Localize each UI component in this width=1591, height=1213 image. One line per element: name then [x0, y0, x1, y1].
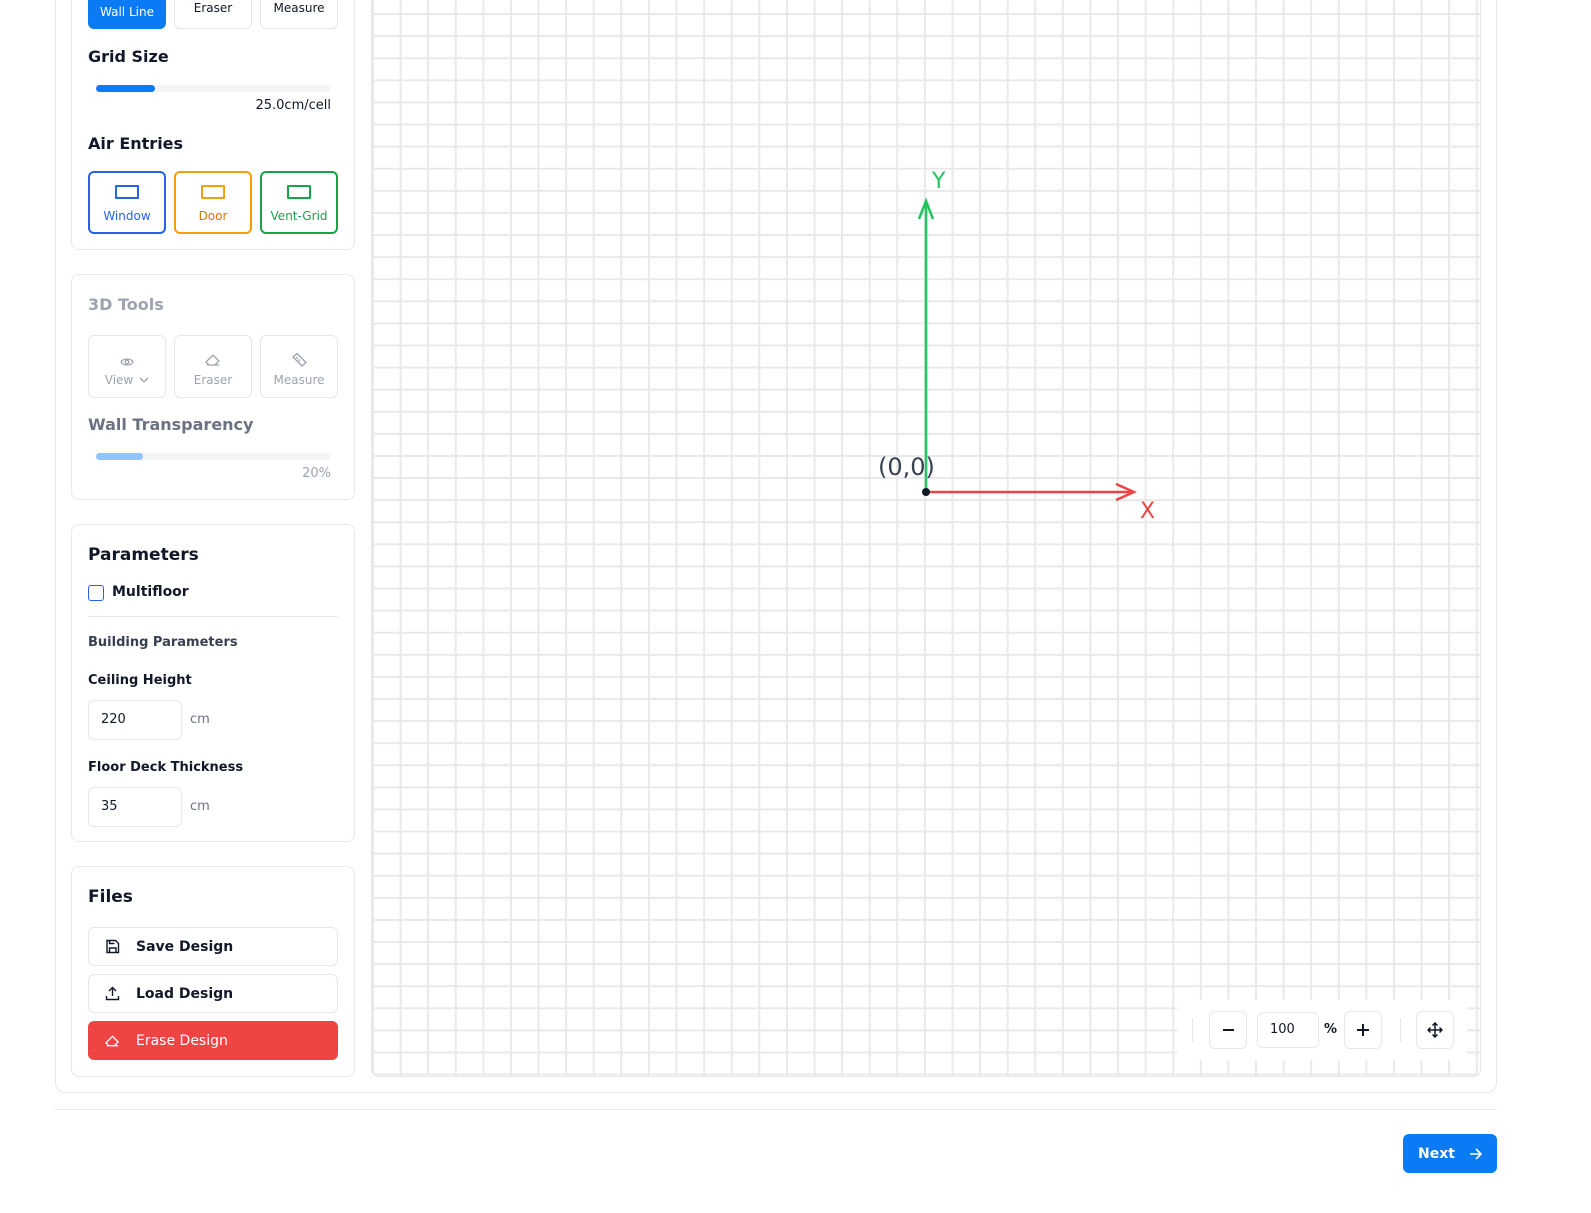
wall-line-label: Wall Line [100, 5, 154, 19]
tools-3d-heading: 3D Tools [88, 295, 164, 314]
eraser-2d-label: Eraser [193, 1, 233, 15]
floor-deck-unit: cm [190, 799, 210, 814]
wall-transparency-value: 20% [302, 466, 331, 481]
wall-transparency-slider[interactable] [96, 453, 330, 460]
window-label: Window [103, 209, 151, 223]
floor-deck-label: Floor Deck Thickness [88, 760, 244, 775]
door-label: Door [198, 209, 228, 223]
zoom-divider-right [1400, 1018, 1401, 1042]
window-icon [115, 185, 139, 199]
save-design-button[interactable]: Save Design [88, 927, 338, 966]
zoom-unit: % [1324, 1022, 1338, 1037]
vent-grid-icon [287, 185, 311, 199]
minus-icon [1222, 1029, 1234, 1031]
pan-button[interactable] [1416, 1011, 1454, 1049]
files-heading: Files [88, 887, 133, 907]
axes-overlay [917, 197, 1138, 502]
grid-size-value: 25.0cm/cell [255, 98, 331, 113]
eye-icon [120, 358, 134, 366]
tools-2d-panel: Wall Line Eraser Measure Grid Size 25.0c… [71, 0, 355, 250]
building-parameters-heading: Building Parameters [88, 635, 238, 650]
air-entries-heading: Air Entries [88, 134, 184, 153]
wall-line-button[interactable]: Wall Line [88, 0, 166, 29]
eraser-icon [105, 1034, 120, 1046]
x-axis-label: X [1140, 499, 1156, 524]
move-icon [1427, 1022, 1443, 1038]
view-3d-label: View [104, 373, 134, 387]
eraser-2d-button[interactable]: Eraser [174, 0, 252, 29]
zoom-input[interactable]: 100 [1257, 1012, 1319, 1048]
door-button[interactable]: Door [174, 171, 252, 234]
parameters-panel: Parameters Multifloor Building Parameter… [71, 524, 355, 842]
design-canvas[interactable]: Y X (0,0) 100 % [371, 0, 1481, 1077]
tools-3d-panel: 3D Tools View Eraser Measure Wall Transp… [71, 274, 355, 500]
chevron-down-icon [139, 377, 149, 383]
wall-transparency-slider-fill [96, 453, 143, 460]
zoom-in-button[interactable] [1344, 1011, 1382, 1049]
multifloor-label: Multifloor [112, 584, 189, 600]
vent-grid-label: Vent-Grid [270, 209, 328, 223]
grid-size-heading: Grid Size [88, 47, 169, 66]
origin-point [922, 488, 930, 496]
measure-2d-button[interactable]: Measure [260, 0, 338, 29]
next-button[interactable]: Next [1403, 1134, 1497, 1173]
ceiling-height-input[interactable]: 220 [88, 700, 182, 740]
save-design-label: Save Design [136, 938, 234, 955]
zoom-divider-left [1192, 1018, 1193, 1042]
measure-3d-label: Measure [273, 373, 325, 387]
wall-transparency-heading: Wall Transparency [88, 415, 254, 434]
y-axis-label: Y [932, 169, 946, 194]
ruler-icon [292, 353, 307, 367]
eraser-3d-button[interactable]: Eraser [174, 335, 252, 398]
zoom-out-button[interactable] [1209, 1011, 1247, 1049]
grid-size-slider[interactable] [96, 85, 330, 92]
eraser-3d-label: Eraser [193, 373, 233, 387]
multifloor-checkbox[interactable] [88, 585, 104, 601]
ceiling-height-unit: cm [190, 712, 210, 727]
next-label: Next [1418, 1145, 1455, 1162]
parameters-heading: Parameters [88, 545, 199, 565]
footer-divider [55, 1109, 1497, 1110]
grid-size-slider-fill [96, 85, 155, 92]
floor-deck-input[interactable]: 35 [88, 787, 182, 827]
ceiling-height-label: Ceiling Height [88, 673, 192, 688]
arrow-right-icon [1469, 1147, 1482, 1160]
measure-3d-button[interactable]: Measure [260, 335, 338, 398]
origin-label: (0,0) [878, 453, 935, 481]
upload-icon [105, 986, 120, 1001]
load-design-button[interactable]: Load Design [88, 974, 338, 1013]
zoom-controls: 100 % [1177, 1000, 1467, 1060]
view-3d-button[interactable]: View [88, 335, 166, 398]
window-button[interactable]: Window [88, 171, 166, 234]
eraser-icon [205, 354, 220, 366]
save-icon [106, 939, 120, 954]
measure-2d-label: Measure [273, 1, 325, 15]
vent-grid-button[interactable]: Vent-Grid [260, 171, 338, 234]
plus-icon [1357, 1024, 1369, 1036]
door-icon [201, 185, 225, 199]
files-panel: Files Save Design Load Design Erase Desi… [71, 866, 355, 1077]
load-design-label: Load Design [136, 985, 234, 1002]
erase-design-button[interactable]: Erase Design [88, 1021, 338, 1060]
parameters-divider [88, 616, 338, 617]
erase-design-label: Erase Design [136, 1032, 228, 1049]
